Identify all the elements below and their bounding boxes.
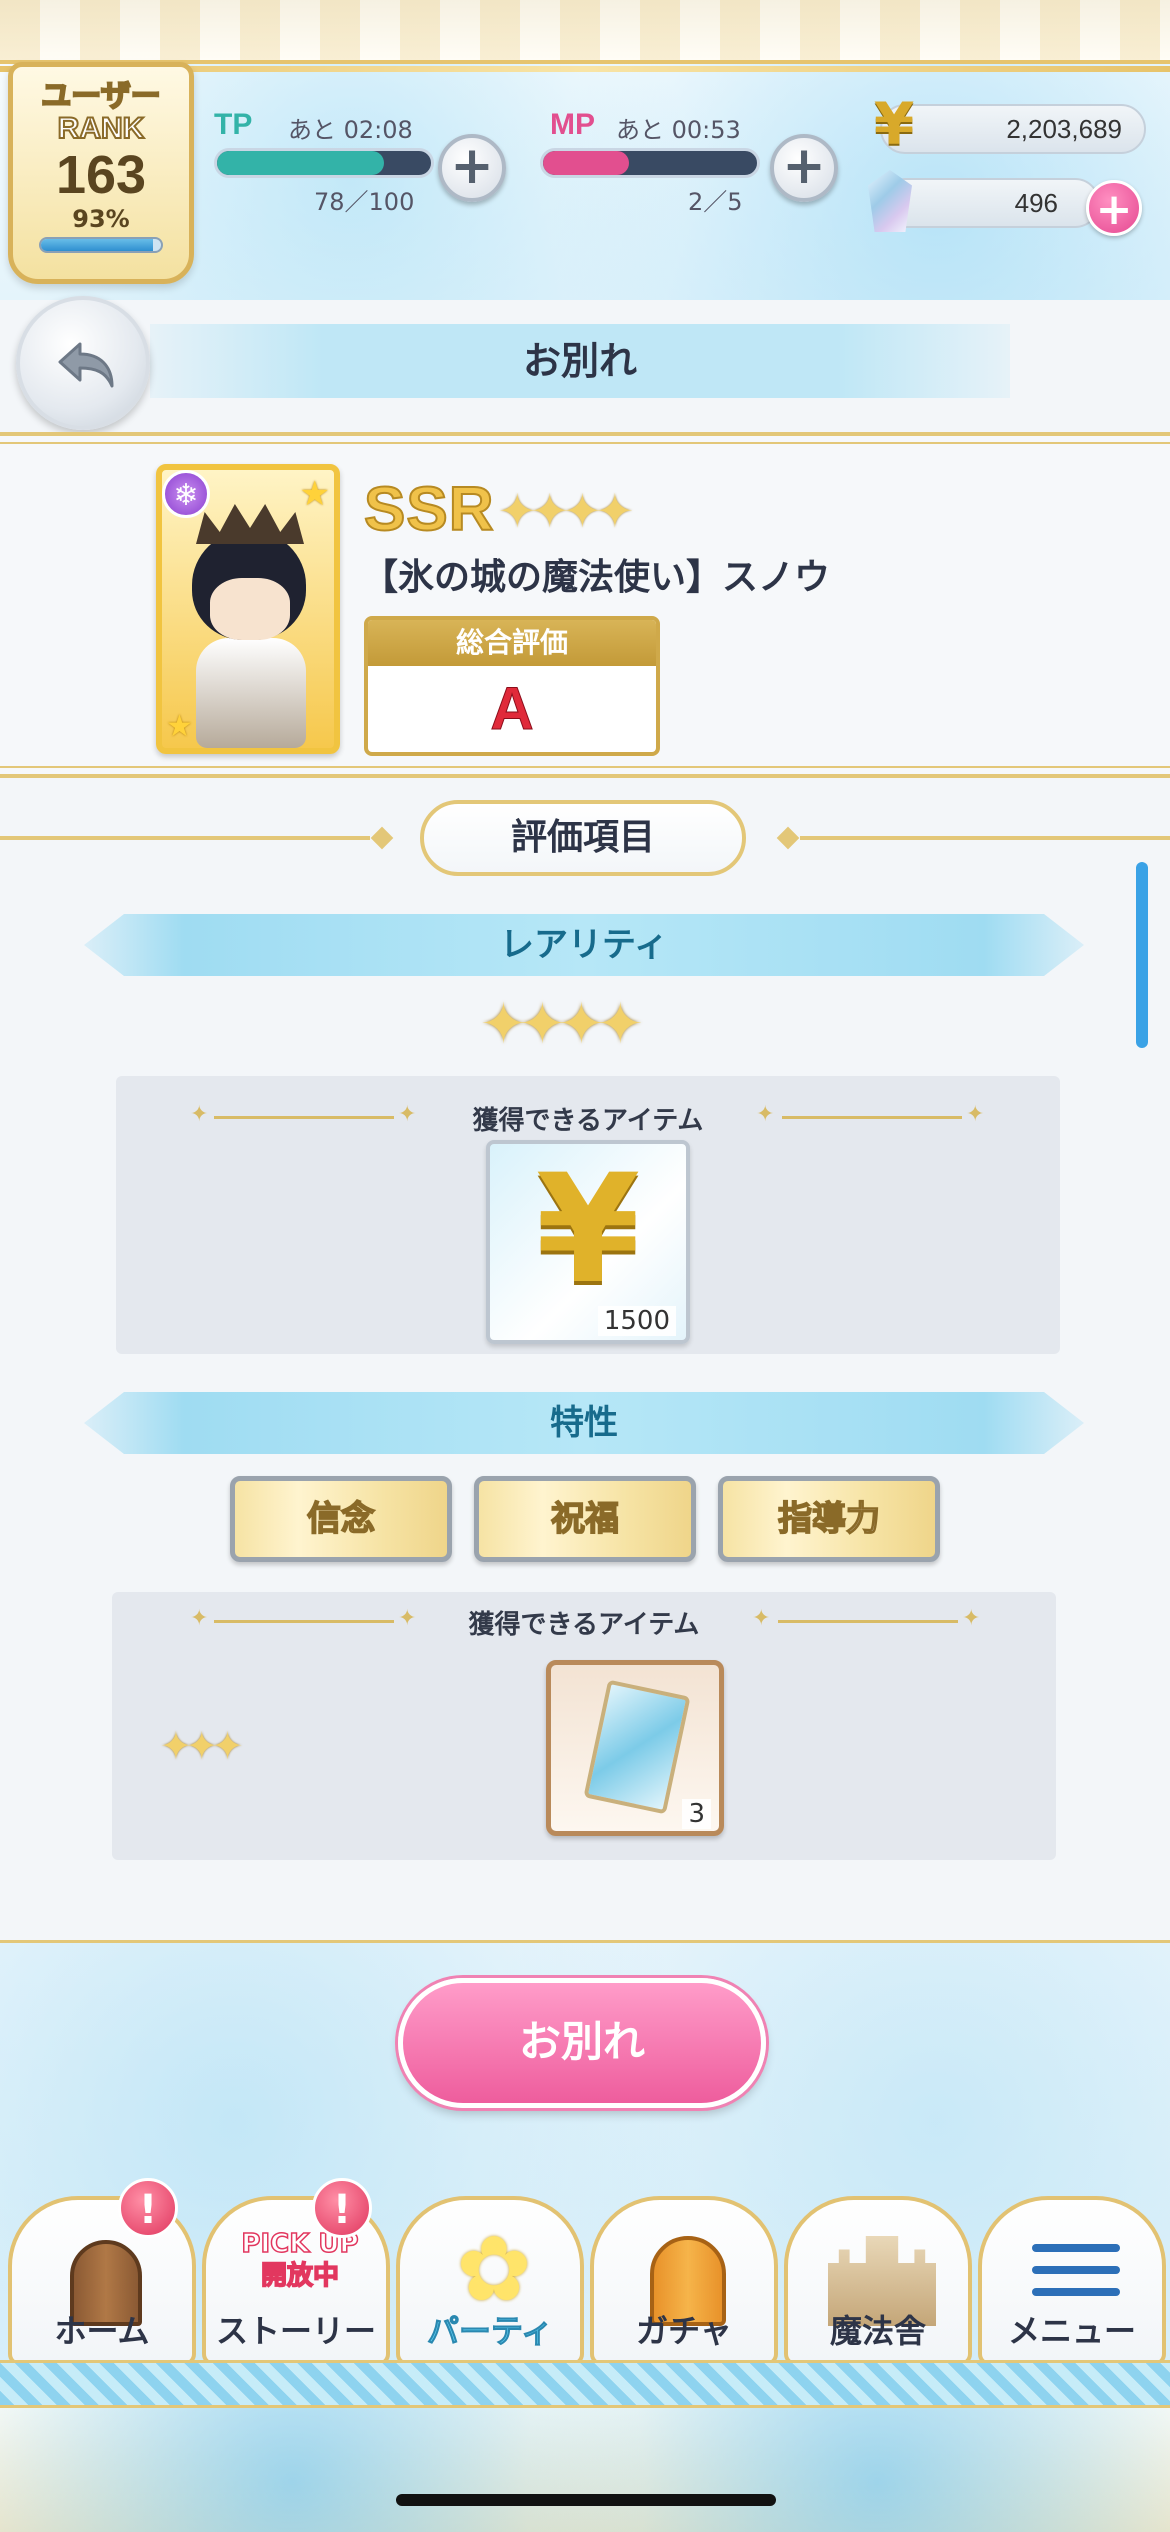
rank-percent: 93% xyxy=(72,205,130,233)
nav-home-label: ホーム xyxy=(54,2312,150,2350)
page-title: お別れ xyxy=(150,324,1010,398)
divider-line xyxy=(0,836,370,840)
tp-label: TP xyxy=(214,108,253,141)
character-face xyxy=(210,578,290,640)
yen-reward-count: 1500 xyxy=(597,1306,676,1336)
gem-add-button[interactable]: + xyxy=(1086,180,1142,236)
alert-icon: ! xyxy=(312,2178,372,2238)
tp-bar xyxy=(214,148,434,178)
character-card[interactable]: ❄ ★ ★ xyxy=(156,464,340,754)
nav-mahousha[interactable]: 魔法舎 xyxy=(784,2196,972,2366)
nav-gacha[interactable]: ガチャ xyxy=(590,2196,778,2366)
lily-icon: ✿ xyxy=(456,2217,532,2322)
star-icon: ★ xyxy=(299,474,330,514)
rank-value: 163 xyxy=(55,145,147,205)
traits-section-title: 特性 xyxy=(84,1392,1084,1454)
character-body xyxy=(196,638,306,748)
yen-icon: ¥ xyxy=(535,1143,641,1317)
pickup-badge: PICK UP 開放中 xyxy=(241,2228,360,2292)
rarity-section-stars: ✦✦✦✦ xyxy=(480,992,644,1057)
trait-badge[interactable]: 指導力 xyxy=(718,1476,940,1562)
tp-add-button[interactable]: + xyxy=(438,134,506,202)
mp-bar xyxy=(540,148,760,178)
overall-evaluation-label: 総合評価 xyxy=(368,620,656,666)
card-icon xyxy=(583,1679,691,1815)
user-rank-badge[interactable]: ユーザー RANK 163 93% xyxy=(8,62,194,284)
evaluation-heading-label: 評価項目 xyxy=(420,800,746,876)
mp-timer: あと 00:53 xyxy=(616,116,741,144)
nav-menu-label: メニュー xyxy=(1007,2312,1136,2350)
snowflake-icon: ❄ xyxy=(162,470,210,518)
crown-icon xyxy=(196,504,304,544)
tp-timer: あと 02:08 xyxy=(288,116,413,144)
yen-reward-item[interactable]: ¥ 1500 xyxy=(486,1140,690,1344)
trait-badge[interactable]: 信念 xyxy=(230,1476,452,1562)
home-indicator[interactable] xyxy=(396,2494,776,2506)
back-arrow-icon xyxy=(58,342,114,388)
gem-amount: 496 xyxy=(880,178,1100,228)
nav-gacha-label: ガチャ xyxy=(636,2312,732,2350)
card-reward-item[interactable]: 3 xyxy=(546,1660,724,1836)
divider-line xyxy=(778,1620,958,1623)
mp-bar-fill xyxy=(543,151,629,175)
rank-progress-bar xyxy=(39,237,163,253)
scrollbar[interactable] xyxy=(1136,862,1148,1048)
nav-party-label: パーティ xyxy=(426,2312,554,2351)
traits-reward-stars: ✦✦✦ xyxy=(160,1724,243,1768)
character-summary: ❄ ★ ★ SSR ✦✦✦✦ 【氷の城の魔法使い】スノウ 総合評価 A xyxy=(0,432,1170,778)
diamond-ornament xyxy=(370,826,394,850)
yen-icon: ¥ xyxy=(873,90,915,158)
rank-label: ユーザー RANK xyxy=(40,80,161,146)
star-icon: ★ xyxy=(166,709,193,744)
nav-story-label: ストーリー xyxy=(215,2312,376,2350)
star-icon: ✦ xyxy=(962,1606,981,1631)
mp-count: 2／5 xyxy=(688,188,743,216)
back-button[interactable] xyxy=(16,296,150,430)
nav-party[interactable]: ✿ パーティ xyxy=(396,2196,584,2366)
rarity-section-title: レアリティ xyxy=(84,914,1084,976)
mp-label: MP xyxy=(550,108,595,141)
nav-menu[interactable]: メニュー xyxy=(978,2196,1166,2366)
nav-ornament-strip xyxy=(0,2360,1170,2408)
mp-add-button[interactable]: + xyxy=(770,134,838,202)
evaluation-heading: 評価項目 xyxy=(0,800,1170,876)
trait-badge[interactable]: 祝福 xyxy=(474,1476,696,1562)
rarity-label: SSR xyxy=(363,474,495,545)
character-name: 【氷の城の魔法使い】スノウ xyxy=(362,557,831,598)
tp-count: 78／100 xyxy=(314,188,415,216)
overall-grade: A xyxy=(490,675,534,743)
star-icon: ✦ xyxy=(756,1102,775,1127)
star-icon: ✦ xyxy=(966,1102,985,1127)
divider-line xyxy=(782,1116,962,1119)
footer-ornament xyxy=(0,2408,1170,2532)
nav-home[interactable]: ! ホーム xyxy=(8,2178,196,2366)
diamond-ornament xyxy=(776,826,800,850)
star-icon: ✦ xyxy=(398,1102,417,1127)
header-ornament xyxy=(0,0,1170,72)
card-reward-count: 3 xyxy=(682,1799,711,1829)
star-icon: ✦ xyxy=(752,1606,771,1631)
tp-bar-fill xyxy=(217,151,384,175)
nav-mahousha-label: 魔法舎 xyxy=(829,2312,926,2350)
divider-line xyxy=(800,836,1170,840)
rank-progress-fill xyxy=(41,239,153,251)
farewell-button[interactable]: お別れ xyxy=(398,1978,766,2108)
bottom-navigation: ! ホーム PICK UP 開放中 ! ストーリー ✿ パーティ ガチャ 魔法舎… xyxy=(0,2178,1170,2368)
overall-evaluation: 総合評価 A xyxy=(364,616,660,756)
alert-icon: ! xyxy=(118,2178,178,2238)
nav-story[interactable]: PICK UP 開放中 ! ストーリー xyxy=(202,2178,390,2366)
rarity-stars: ✦✦✦✦ xyxy=(498,484,634,538)
